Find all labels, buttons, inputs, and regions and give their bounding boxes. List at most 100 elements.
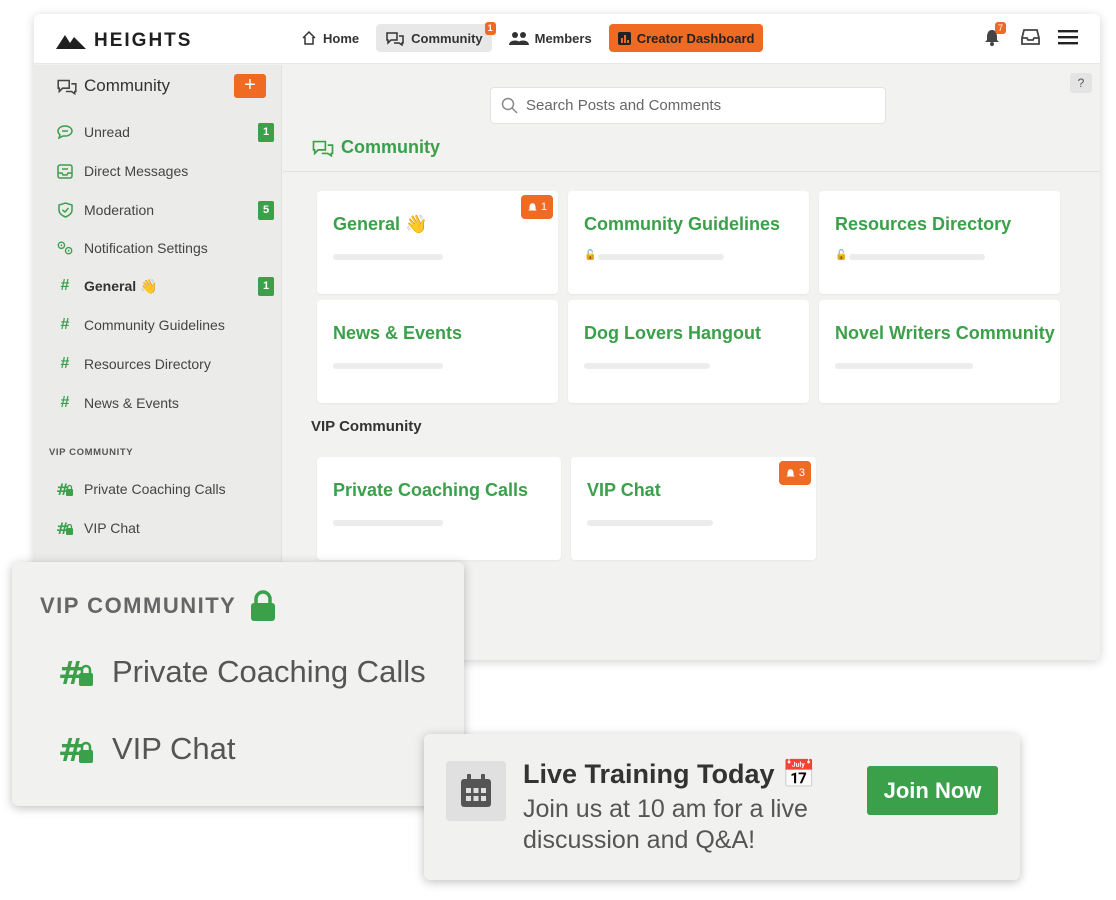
page-title: Community xyxy=(311,137,440,158)
channel-card-vip-chat[interactable]: VIP Chat 3 xyxy=(571,457,816,560)
unread-badge: 1 xyxy=(258,123,274,142)
chat-bubbles-icon xyxy=(57,79,77,95)
channel-card-community-guidelines[interactable]: Community Guidelines 🔓 xyxy=(568,191,809,294)
vip-callout-item-label: Private Coaching Calls xyxy=(112,654,426,689)
card-placeholder-line xyxy=(587,520,713,526)
channel-card-resources-directory[interactable]: Resources Directory 🔓 xyxy=(819,191,1060,294)
sidebar-item-community-guidelines[interactable]: # Community Guidelines xyxy=(56,314,276,336)
help-button[interactable]: ? xyxy=(1070,73,1092,93)
bell-icon xyxy=(528,202,537,211)
inbox-icon xyxy=(1020,29,1040,45)
chat-bubble-icon xyxy=(56,123,74,141)
mountain-logo-icon xyxy=(56,35,86,49)
card-placeholder-line xyxy=(333,254,443,260)
card-placeholder-line xyxy=(584,363,710,369)
notifications-button[interactable]: 7 xyxy=(982,22,1006,47)
channel-card-news-events[interactable]: News & Events xyxy=(317,300,558,403)
inbox-button[interactable] xyxy=(1020,27,1040,47)
page-title-text: Community xyxy=(341,137,440,157)
sidebar-item-label: VIP Chat xyxy=(84,520,140,536)
nav-home[interactable]: Home xyxy=(292,24,368,52)
sidebar-item-notification-settings[interactable]: Notification Settings xyxy=(56,237,276,259)
hash-icon: # xyxy=(60,394,70,411)
card-title: Novel Writers Community xyxy=(835,323,1055,343)
channel-card-private-coaching-calls[interactable]: Private Coaching Calls xyxy=(317,457,561,560)
card-title: Resources Directory xyxy=(835,214,1012,234)
card-title: Private Coaching Calls xyxy=(333,480,529,500)
vip-callout-header: VIP COMMUNITY xyxy=(40,590,276,622)
sidebar-item-label: General 👋 xyxy=(84,277,158,294)
vip-callout-item-label: VIP Chat xyxy=(112,731,236,766)
card-badge-count: 3 xyxy=(798,467,805,479)
general-badge: 1 xyxy=(258,277,274,296)
live-training-description: Join us at 10 am for a live discussion a… xyxy=(523,795,808,854)
card-title: Community Guidelines xyxy=(584,214,781,234)
channel-card-dog-lovers-hangout[interactable]: Dog Lovers Hangout xyxy=(568,300,809,403)
vip-community-callout: VIP COMMUNITY # Private Coaching Calls #… xyxy=(12,562,464,806)
vip-callout-item-vip-chat[interactable]: # VIP Chat xyxy=(58,731,236,767)
nav-home-label: Home xyxy=(323,30,360,46)
sidebar-item-moderation[interactable]: Moderation 5 xyxy=(56,199,276,221)
card-badge-count: 1 xyxy=(540,201,547,213)
channel-card-novel-writers-community[interactable]: Novel Writers Community xyxy=(819,300,1060,403)
sidebar-item-label: Unread xyxy=(84,124,130,140)
card-placeholder-line xyxy=(333,520,443,526)
join-now-button[interactable]: Join Now xyxy=(867,766,998,815)
sidebar-item-general[interactable]: # General 👋 1 xyxy=(56,275,276,297)
menu-button[interactable] xyxy=(1058,27,1078,47)
bell-icon xyxy=(786,468,795,477)
sidebar-item-label: Community Guidelines xyxy=(84,317,225,333)
search-placeholder: Search Posts and Comments xyxy=(526,97,722,114)
card-notification-badge: 3 xyxy=(778,461,811,485)
stage: HEIGHTS Home Community 1 Members Creator… xyxy=(0,0,1116,900)
vip-callout-item-private-coaching-calls[interactable]: # Private Coaching Calls xyxy=(58,654,426,690)
chat-bubbles-icon xyxy=(312,140,334,157)
topbar-actions: 7 xyxy=(982,22,1078,47)
members-icon xyxy=(508,32,529,45)
sidebar-section-vip: VIP COMMUNITY xyxy=(49,447,134,458)
lock-icon: 🔓 xyxy=(835,250,848,261)
sidebar-item-unread[interactable]: Unread 1 xyxy=(56,121,276,143)
sidebar-item-news-events[interactable]: # News & Events xyxy=(56,392,276,414)
divider xyxy=(283,171,1100,172)
sidebar-item-label: Resources Directory xyxy=(84,356,211,372)
sidebar-item-private-coaching-calls[interactable]: # Private Coaching Calls xyxy=(56,478,276,500)
creator-dashboard-button[interactable]: Creator Dashboard xyxy=(608,24,764,52)
channel-card-general[interactable]: General 👋 1 xyxy=(317,191,558,294)
sidebar-item-label: Moderation xyxy=(84,202,155,218)
sidebar-item-resources-directory[interactable]: # Resources Directory xyxy=(56,353,276,375)
shield-check-icon xyxy=(56,201,74,219)
notifications-badge: 7 xyxy=(994,22,1006,34)
nav-community[interactable]: Community 1 xyxy=(376,22,496,52)
gears-icon xyxy=(56,239,74,257)
sidebar-item-vip-chat[interactable]: # VIP Chat xyxy=(56,517,276,539)
live-training-notification: Live Training Today 📅 Join us at 10 am f… xyxy=(424,734,1020,880)
inbox-icon xyxy=(56,162,74,180)
search-icon xyxy=(501,97,518,114)
live-training-title: Live Training Today 📅 xyxy=(523,759,816,789)
card-title: Dog Lovers Hangout xyxy=(584,323,762,343)
card-title: General 👋 xyxy=(333,214,428,234)
sidebar-item-label: Direct Messages xyxy=(84,163,189,179)
nav-members-label: Members xyxy=(534,30,592,46)
hash-lock-icon: # xyxy=(58,656,93,688)
nav-community-label: Community xyxy=(411,30,483,46)
card-placeholder-line xyxy=(333,363,443,369)
card-title: VIP Chat xyxy=(587,480,661,500)
card-placeholder-line xyxy=(598,254,724,260)
add-channel-button[interactable]: + xyxy=(234,74,266,98)
brand-logo[interactable]: HEIGHTS xyxy=(56,30,192,52)
brand-name: HEIGHTS xyxy=(94,30,193,51)
nav-members[interactable]: Members xyxy=(500,24,601,52)
card-placeholder-line xyxy=(835,363,973,369)
hamburger-menu-icon xyxy=(1058,30,1078,45)
lock-icon: 🔓 xyxy=(584,250,597,261)
search-input[interactable]: Search Posts and Comments xyxy=(490,87,886,124)
calendar-icon xyxy=(446,761,506,821)
sidebar-item-direct-messages[interactable]: Direct Messages xyxy=(56,160,276,182)
hash-lock-icon: # xyxy=(58,733,93,765)
main-nav: Home Community 1 Members Creator Dashboa… xyxy=(292,22,764,52)
lock-icon xyxy=(251,590,276,621)
hash-lock-icon: # xyxy=(56,480,74,498)
hash-icon: # xyxy=(60,355,70,372)
